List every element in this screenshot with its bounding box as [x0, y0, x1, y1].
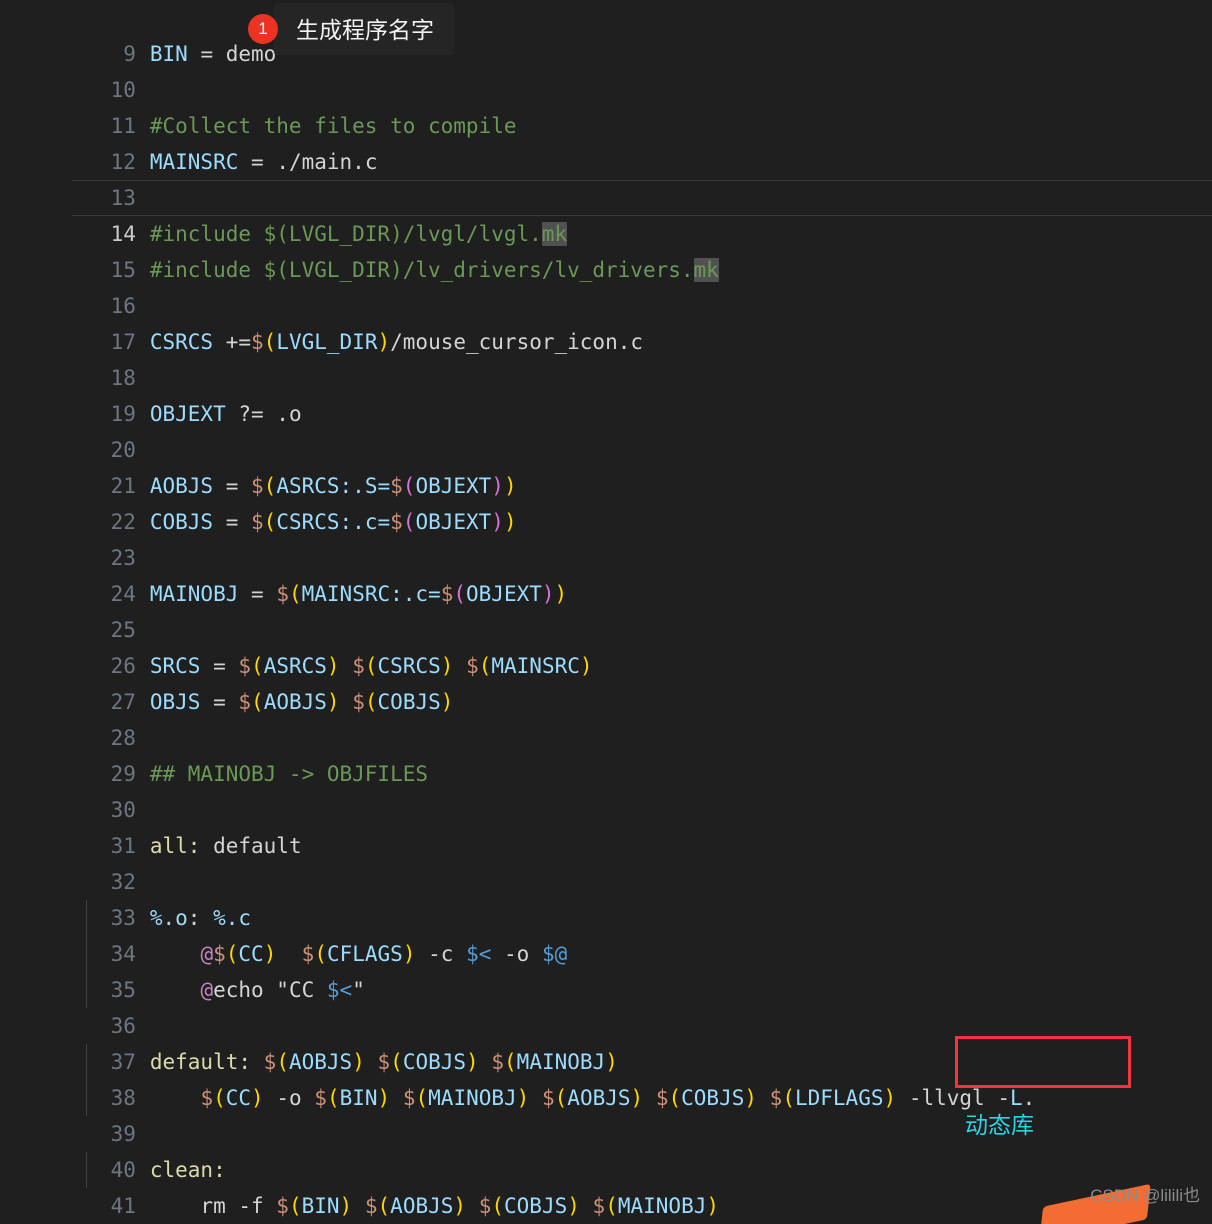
code-line[interactable]: 33 %.o: %.c — [0, 864, 1212, 930]
code-line[interactable]: 32 — [0, 828, 1212, 894]
code-line[interactable]: 15 #include $(LVGL_DIR)/lv_drivers/lv_dri… — [0, 216, 1212, 282]
code-line[interactable]: 24 MAINOBJ = $(MAINSRC:.c=$(OBJEXT)) — [0, 540, 1212, 606]
code-line[interactable]: 28 — [0, 684, 1212, 750]
code-line[interactable]: 41 rm -f $(BIN) $(AOBJS) $(COBJS) $(MAIN… — [0, 1152, 1212, 1218]
code-line[interactable]: 11 #Collect the files to compile — [0, 72, 1212, 138]
code-line[interactable]: 22 COBJS = $(CSRCS:.c=$(OBJEXT)) — [0, 468, 1212, 534]
code-line[interactable]: 42 — [0, 1188, 1212, 1224]
code-line[interactable]: 30 — [0, 756, 1212, 822]
code-line[interactable]: 19 OBJEXT ?= .o — [0, 360, 1212, 426]
code-editor[interactable]: 9 BIN = demo 10 11 #Collect the files to c… — [0, 0, 1212, 1224]
code-line[interactable]: 21 AOBJS = $(ASRCS:.S=$(OBJEXT)) — [0, 432, 1212, 498]
annotation-badge-number: 1 — [248, 14, 278, 44]
annotation-callout-1: 1 生成程序名字 — [248, 3, 454, 55]
code-line[interactable]: 12 MAINSRC = ./main.c — [0, 108, 1212, 174]
annotation-cyan-label: 动态库 — [965, 1112, 1034, 1138]
annotation-highlight-box — [955, 1036, 1131, 1088]
code-line[interactable]: 34 @$(CC) $(CFLAGS) -c $< -o $@ — [0, 900, 1212, 966]
code-line[interactable]: 36 — [0, 972, 1212, 1038]
code-line[interactable]: 16 — [0, 252, 1212, 318]
code-line[interactable]: 27 OBJS = $(AOBJS) $(COBJS) — [0, 648, 1212, 714]
code-line[interactable]: 29 ## MAINOBJ -> OBJFILES — [0, 720, 1212, 786]
code-line[interactable]: 31 all: default — [0, 792, 1212, 858]
code-line[interactable]: 13 — [0, 144, 1212, 210]
csdn-watermark: CSDN @lilili也 — [1090, 1186, 1200, 1205]
annotation-tooltip-text: 生成程序名字 — [274, 3, 454, 55]
code-line[interactable]: 17 CSRCS +=$(LVGL_DIR)/mouse_cursor_icon.… — [0, 288, 1212, 354]
code-line-active[interactable]: 14 #include $(LVGL_DIR)/lvgl/lvgl.mk — [0, 180, 1212, 246]
code-line[interactable]: 18 — [0, 324, 1212, 390]
code-line[interactable]: 9 BIN = demo — [0, 0, 1212, 66]
code-line[interactable]: 26 SRCS = $(ASRCS) $(CSRCS) $(MAINSRC) — [0, 612, 1212, 678]
code-line[interactable]: 23 — [0, 504, 1212, 570]
code-line[interactable]: 35 @echo "CC $<" — [0, 936, 1212, 1002]
code-line[interactable]: 20 — [0, 396, 1212, 462]
code-line[interactable]: 25 — [0, 576, 1212, 642]
code-line[interactable]: 10 — [0, 36, 1212, 102]
